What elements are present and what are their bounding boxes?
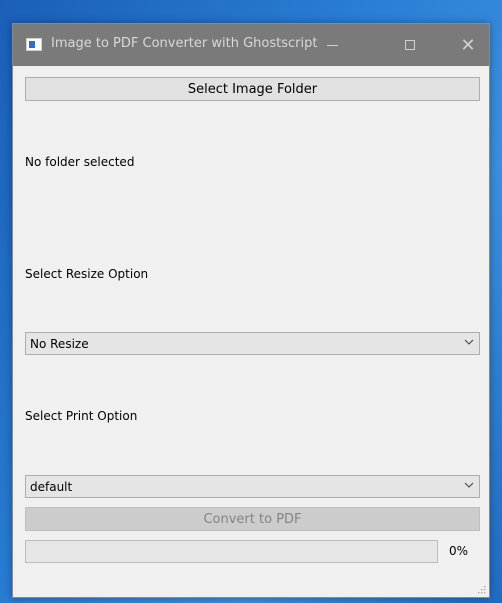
resize-option-value: No Resize bbox=[30, 337, 89, 351]
maximize-icon bbox=[405, 40, 415, 50]
folder-status-label: No folder selected bbox=[25, 155, 135, 169]
window-title: Image to PDF Converter with Ghostscript bbox=[51, 36, 318, 51]
minimize-icon bbox=[326, 44, 338, 46]
select-image-folder-button[interactable]: Select Image Folder bbox=[25, 77, 480, 101]
close-icon: ✕ bbox=[460, 34, 476, 56]
print-option-value: default bbox=[30, 480, 73, 494]
maximize-button[interactable] bbox=[387, 24, 433, 66]
chevron-down-icon bbox=[464, 339, 474, 345]
print-option-label: Select Print Option bbox=[25, 409, 138, 423]
minimize-button[interactable] bbox=[309, 24, 355, 66]
convert-to-pdf-button[interactable]: Convert to PDF bbox=[25, 507, 480, 531]
title-bar[interactable]: Image to PDF Converter with Ghostscript … bbox=[13, 24, 489, 66]
app-window: Image to PDF Converter with Ghostscript … bbox=[12, 23, 490, 598]
resize-grip-icon[interactable] bbox=[478, 586, 486, 594]
app-window-icon bbox=[26, 38, 42, 51]
resize-option-dropdown[interactable]: No Resize bbox=[25, 332, 480, 355]
resize-option-label: Select Resize Option bbox=[25, 267, 149, 281]
progress-percent: 0% bbox=[449, 544, 469, 558]
print-option-dropdown[interactable]: default bbox=[25, 475, 480, 498]
conversion-progress-bar bbox=[25, 540, 438, 563]
chevron-down-icon bbox=[464, 482, 474, 488]
close-button[interactable]: ✕ bbox=[445, 24, 491, 66]
